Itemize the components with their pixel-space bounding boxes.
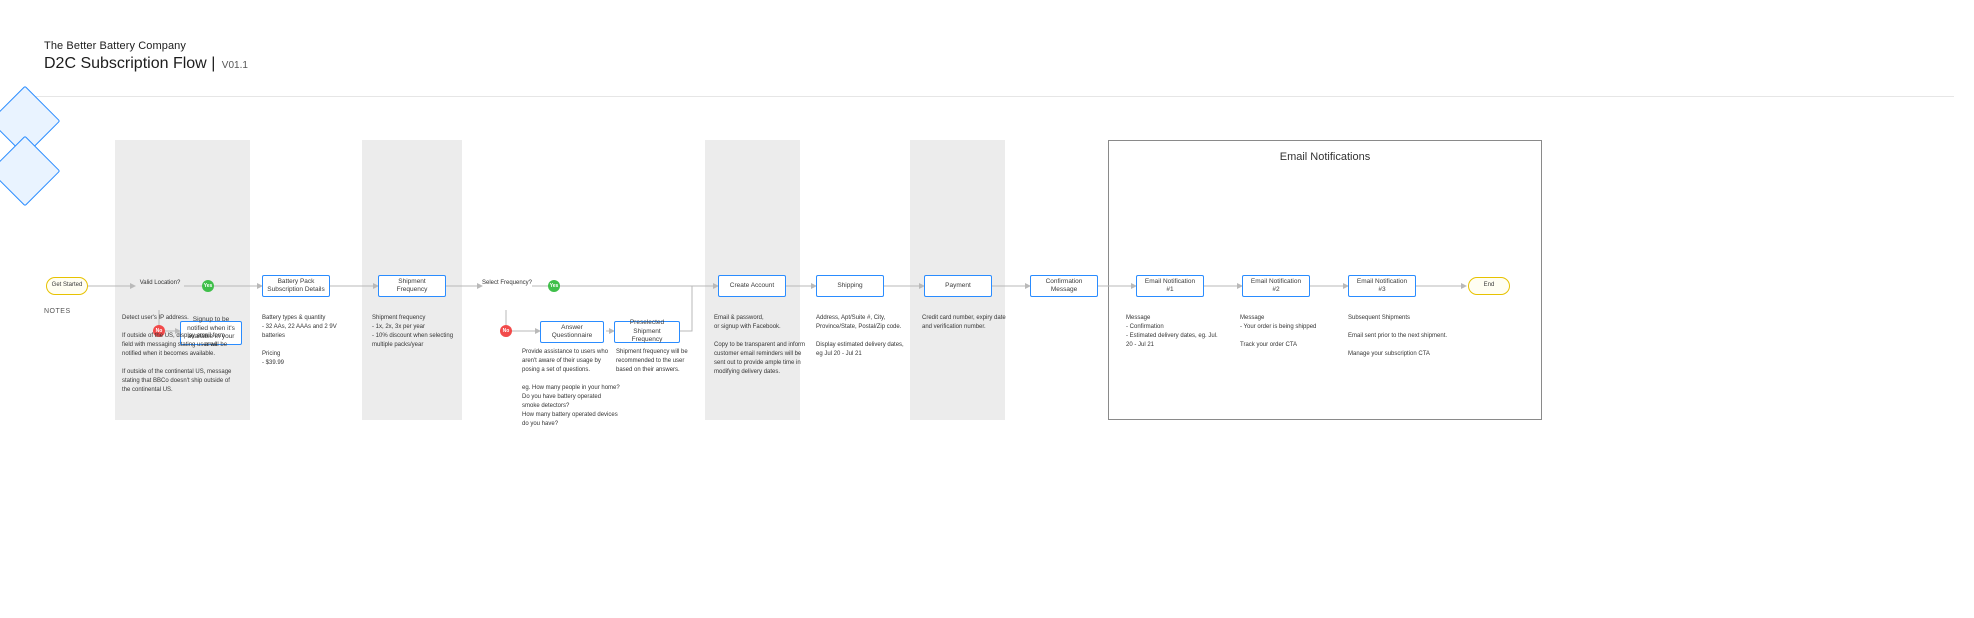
header-version: V01.1 [222,60,248,71]
process-shipping: Shipping [816,275,884,297]
process-preselected-frequency: Preselected Shipment Frequency [614,321,680,343]
note-email1: Message - Confirmation - Estimated deliv… [1126,314,1222,350]
decision-select-frequency [0,136,60,207]
note-account: Email & password, or signup with Faceboo… [714,314,810,377]
process-payment: Payment [924,275,992,297]
email-group-title: Email Notifications [1109,151,1541,163]
note-battery: Battery types & quantity - 32 AAs, 22 AA… [262,314,352,368]
flow-canvas: Email Notifications NOTES [0,96,1974,618]
process-email-2: Email Notification #2 [1242,275,1310,297]
badge-no-frequency: No [500,325,512,337]
process-email-1: Email Notification #1 [1136,275,1204,297]
process-create-account: Create Account [718,275,786,297]
process-battery-pack: Battery Pack Subscription Details [262,275,330,297]
notes-heading: NOTES [44,308,71,315]
terminator-end: End [1468,277,1510,295]
process-confirmation: Confirmation Message [1030,275,1098,297]
terminator-start: Get Started [46,277,88,295]
note-payment: Credit card number, expiry date and veri… [922,314,1014,332]
decision-select-frequency-label: Select Frequency? [479,280,535,288]
badge-yes-frequency: Yes [548,280,560,292]
note-location: Detect user's IP address. If outside of … [122,314,232,395]
note-questionnaire: Provide assistance to users who aren't a… [522,348,620,429]
header-title-sep: | [211,55,220,72]
badge-yes-location: Yes [202,280,214,292]
process-answer-questionnaire: Answer Questionnaire [540,321,604,343]
note-shipping: Address, Apt/Suite #, City, Province/Sta… [816,314,908,359]
note-shipfreq: Shipment frequency - 1x, 2x, 3x per year… [372,314,472,350]
header-title-text: D2C Subscription Flow [44,55,207,72]
header-block: The Better Battery Company D2C Subscript… [44,40,248,73]
note-email2: Message - Your order is being shipped Tr… [1240,314,1336,350]
header-company: The Better Battery Company [44,40,248,52]
note-email3: Subsequent Shipments Email sent prior to… [1348,314,1448,359]
header-title: D2C Subscription Flow | V01.1 [44,55,248,73]
note-preselected: Shipment frequency will be recommended t… [616,348,702,375]
process-email-3: Email Notification #3 [1348,275,1416,297]
page-root: The Better Battery Company D2C Subscript… [0,0,1974,618]
process-shipment-frequency: Shipment Frequency [378,275,446,297]
